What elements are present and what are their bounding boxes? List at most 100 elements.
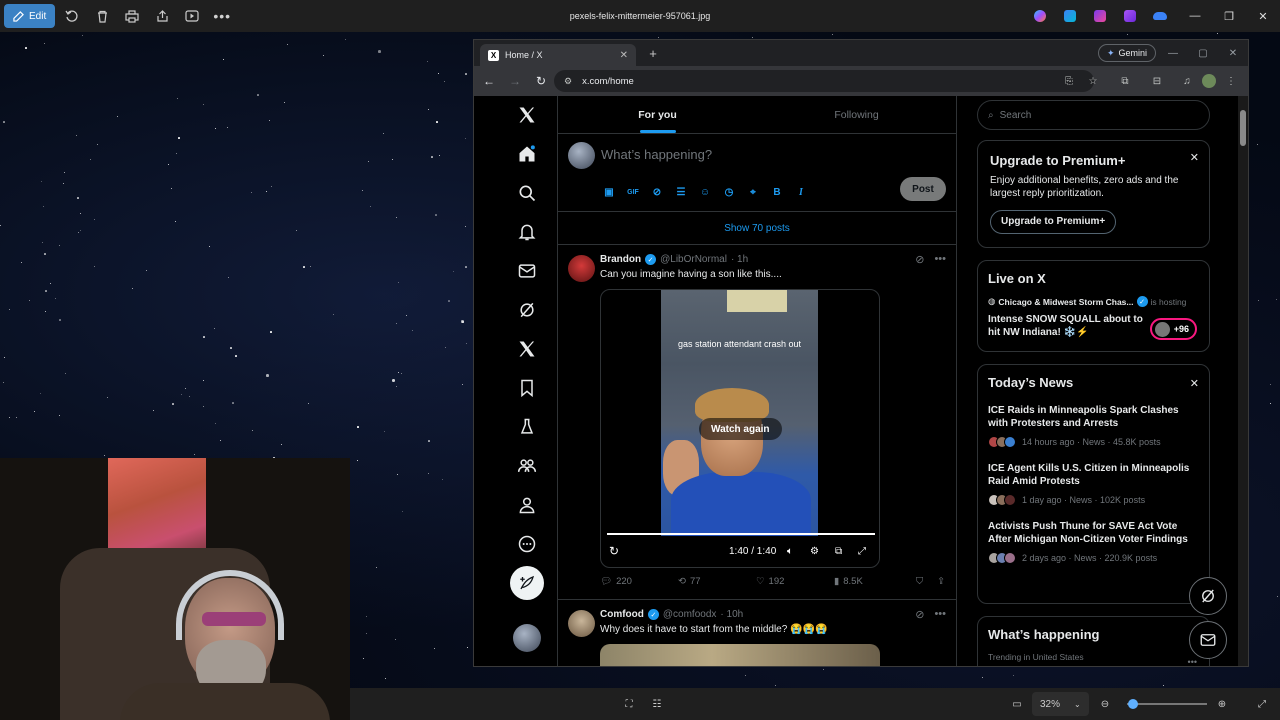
- reload-icon[interactable]: ↻: [528, 68, 554, 94]
- new-tab-icon[interactable]: +: [644, 44, 662, 62]
- repost-button[interactable]: ⟲ 77: [678, 576, 756, 587]
- schedule-icon[interactable]: ◷: [722, 185, 736, 199]
- delete-icon[interactable]: [87, 4, 117, 28]
- copilot-icon[interactable]: [1028, 4, 1052, 28]
- messages-fab[interactable]: [1189, 621, 1227, 659]
- home-icon[interactable]: [510, 137, 544, 171]
- zoom-in-icon[interactable]: ⊕: [1212, 692, 1232, 716]
- zoom-dropdown[interactable]: 32% ⌄: [1032, 692, 1089, 716]
- close-icon[interactable]: ✕: [1190, 377, 1199, 390]
- live-listeners-badge[interactable]: +96: [1149, 318, 1197, 340]
- search-input[interactable]: ⌕ Search: [977, 100, 1210, 130]
- tweet-handle[interactable]: @comfoodx: [663, 609, 717, 620]
- settings-icon[interactable]: ⚙: [810, 546, 819, 557]
- upgrade-premium-button[interactable]: Upgrade to Premium+: [990, 210, 1117, 234]
- grok-explain-icon[interactable]: ⊘: [915, 608, 924, 621]
- replay-icon[interactable]: ↻: [609, 544, 619, 558]
- fullscreen-icon[interactable]: ⤢: [1252, 692, 1272, 716]
- x-logo-icon[interactable]: [510, 98, 544, 132]
- video-player[interactable]: gas station attendant crash out Watch ag…: [600, 289, 880, 568]
- reply-button[interactable]: 💬︎ 220: [600, 576, 678, 587]
- forward-icon[interactable]: →: [502, 68, 528, 94]
- watch-again-button[interactable]: Watch again: [699, 418, 782, 440]
- italic-icon[interactable]: I: [794, 185, 808, 199]
- edit-button[interactable]: Edit: [4, 4, 56, 28]
- profile-avatar[interactable]: [1198, 70, 1220, 92]
- fit-icon[interactable]: ⛶: [618, 692, 640, 716]
- grok-explain-icon[interactable]: ⊘: [915, 253, 924, 266]
- slideshow-icon[interactable]: [177, 4, 207, 28]
- print-icon[interactable]: [117, 4, 147, 28]
- tweet-author[interactable]: Brandon: [600, 254, 641, 265]
- browser-menu-icon[interactable]: ⋮: [1220, 70, 1242, 92]
- post-button[interactable]: Post: [900, 177, 946, 201]
- zoom-out-icon[interactable]: ⊖: [1095, 692, 1115, 716]
- compose-post-button[interactable]: [510, 566, 544, 600]
- tweet[interactable]: Comfood ✓ @comfoodx · 10h ⊘ ••• Why does…: [558, 600, 956, 666]
- side-panel-icon[interactable]: ⊟: [1146, 70, 1168, 92]
- gif-icon[interactable]: GIF: [626, 185, 640, 199]
- notifications-icon[interactable]: [510, 215, 544, 249]
- bookmark-star-icon[interactable]: ☆: [1082, 70, 1104, 92]
- emoji-icon[interactable]: ☺: [698, 185, 712, 199]
- tweet-avatar[interactable]: [568, 255, 595, 282]
- browser-minimize-icon[interactable]: —: [1158, 40, 1188, 66]
- news-item[interactable]: ICE Agent Kills U.S. Citizen in Minneapo…: [988, 462, 1199, 506]
- messages-icon[interactable]: [510, 254, 544, 288]
- tweet-more-icon[interactable]: •••: [934, 608, 946, 621]
- poll-icon[interactable]: ☰: [674, 185, 688, 199]
- show-new-posts[interactable]: Show 70 posts: [558, 212, 956, 245]
- tab-following[interactable]: Following: [757, 96, 956, 133]
- browser-maximize-icon[interactable]: ▢: [1188, 40, 1218, 66]
- communities-icon[interactable]: [510, 449, 544, 483]
- onedrive-icon[interactable]: [1148, 4, 1172, 28]
- premium-x-icon[interactable]: [510, 332, 544, 366]
- media-icon[interactable]: ▣: [602, 185, 616, 199]
- extensions-icon[interactable]: ⧉: [1114, 70, 1136, 92]
- tweet[interactable]: Brandon ✓ @LibOrNormal · 1h ⊘ ••• Can yo…: [558, 245, 956, 600]
- tweet-avatar[interactable]: [568, 610, 595, 637]
- pip-icon[interactable]: ⧉: [835, 546, 842, 557]
- tweet-author[interactable]: Comfood: [600, 609, 644, 620]
- install-app-icon[interactable]: ⎘: [1058, 70, 1080, 92]
- aspect-icon[interactable]: ▭: [1006, 692, 1028, 716]
- bookmarks-icon[interactable]: [510, 371, 544, 405]
- zoom-slider[interactable]: [1127, 699, 1207, 709]
- bold-icon[interactable]: B: [770, 185, 784, 199]
- tab-home-x[interactable]: X Home / X ✕: [480, 44, 636, 66]
- tweet-media-preview[interactable]: [600, 644, 880, 666]
- news-item[interactable]: Activists Push Thune for SAVE Act Vote A…: [988, 520, 1199, 564]
- tab-for-you[interactable]: For you: [558, 96, 757, 133]
- jobs-icon[interactable]: [510, 410, 544, 444]
- account-avatar[interactable]: [513, 624, 541, 652]
- designer-icon[interactable]: [1058, 4, 1082, 28]
- zoom-slider-knob[interactable]: [1128, 699, 1139, 709]
- volume-icon[interactable]: 🔈︎: [787, 546, 793, 557]
- share-icon[interactable]: [147, 4, 177, 28]
- browser-close-icon[interactable]: ✕: [1218, 40, 1248, 66]
- explore-icon[interactable]: [510, 176, 544, 210]
- live-stream-title[interactable]: Intense SNOW SQUALL about to hit NW Indi…: [988, 313, 1146, 339]
- maximize-icon[interactable]: ❐: [1212, 0, 1246, 32]
- grok-icon[interactable]: [510, 293, 544, 327]
- clipchamp-icon[interactable]: [1088, 4, 1112, 28]
- composer-input[interactable]: What’s happening?: [601, 147, 712, 162]
- trend-more-icon[interactable]: •••: [1188, 657, 1197, 666]
- rotate-icon[interactable]: [57, 4, 87, 28]
- close-icon[interactable]: ✕: [1246, 0, 1280, 32]
- bookmark-icon[interactable]: ⛉: [916, 576, 923, 587]
- media-controls-icon[interactable]: ♫: [1176, 70, 1198, 92]
- details-icon[interactable]: ☷: [646, 692, 668, 716]
- back-icon[interactable]: ←: [476, 68, 502, 94]
- more-options-icon[interactable]: •••: [207, 4, 237, 28]
- tweet-time[interactable]: · 10h: [720, 609, 743, 620]
- minimize-icon[interactable]: —: [1178, 0, 1212, 32]
- like-button[interactable]: ♡ 192: [756, 576, 834, 587]
- address-bar[interactable]: ⚙ x.com/home: [554, 70, 1094, 92]
- views-button[interactable]: ▮ 8.5K: [834, 576, 912, 587]
- share-post-icon[interactable]: ⇪: [937, 576, 945, 587]
- live-host[interactable]: ◍ Chicago & Midwest Storm Chas... ✓ is h…: [988, 296, 1199, 307]
- location-icon[interactable]: ⌖: [746, 185, 760, 199]
- grok-fab[interactable]: [1189, 577, 1227, 615]
- tweet-handle[interactable]: @LibOrNormal: [660, 254, 727, 265]
